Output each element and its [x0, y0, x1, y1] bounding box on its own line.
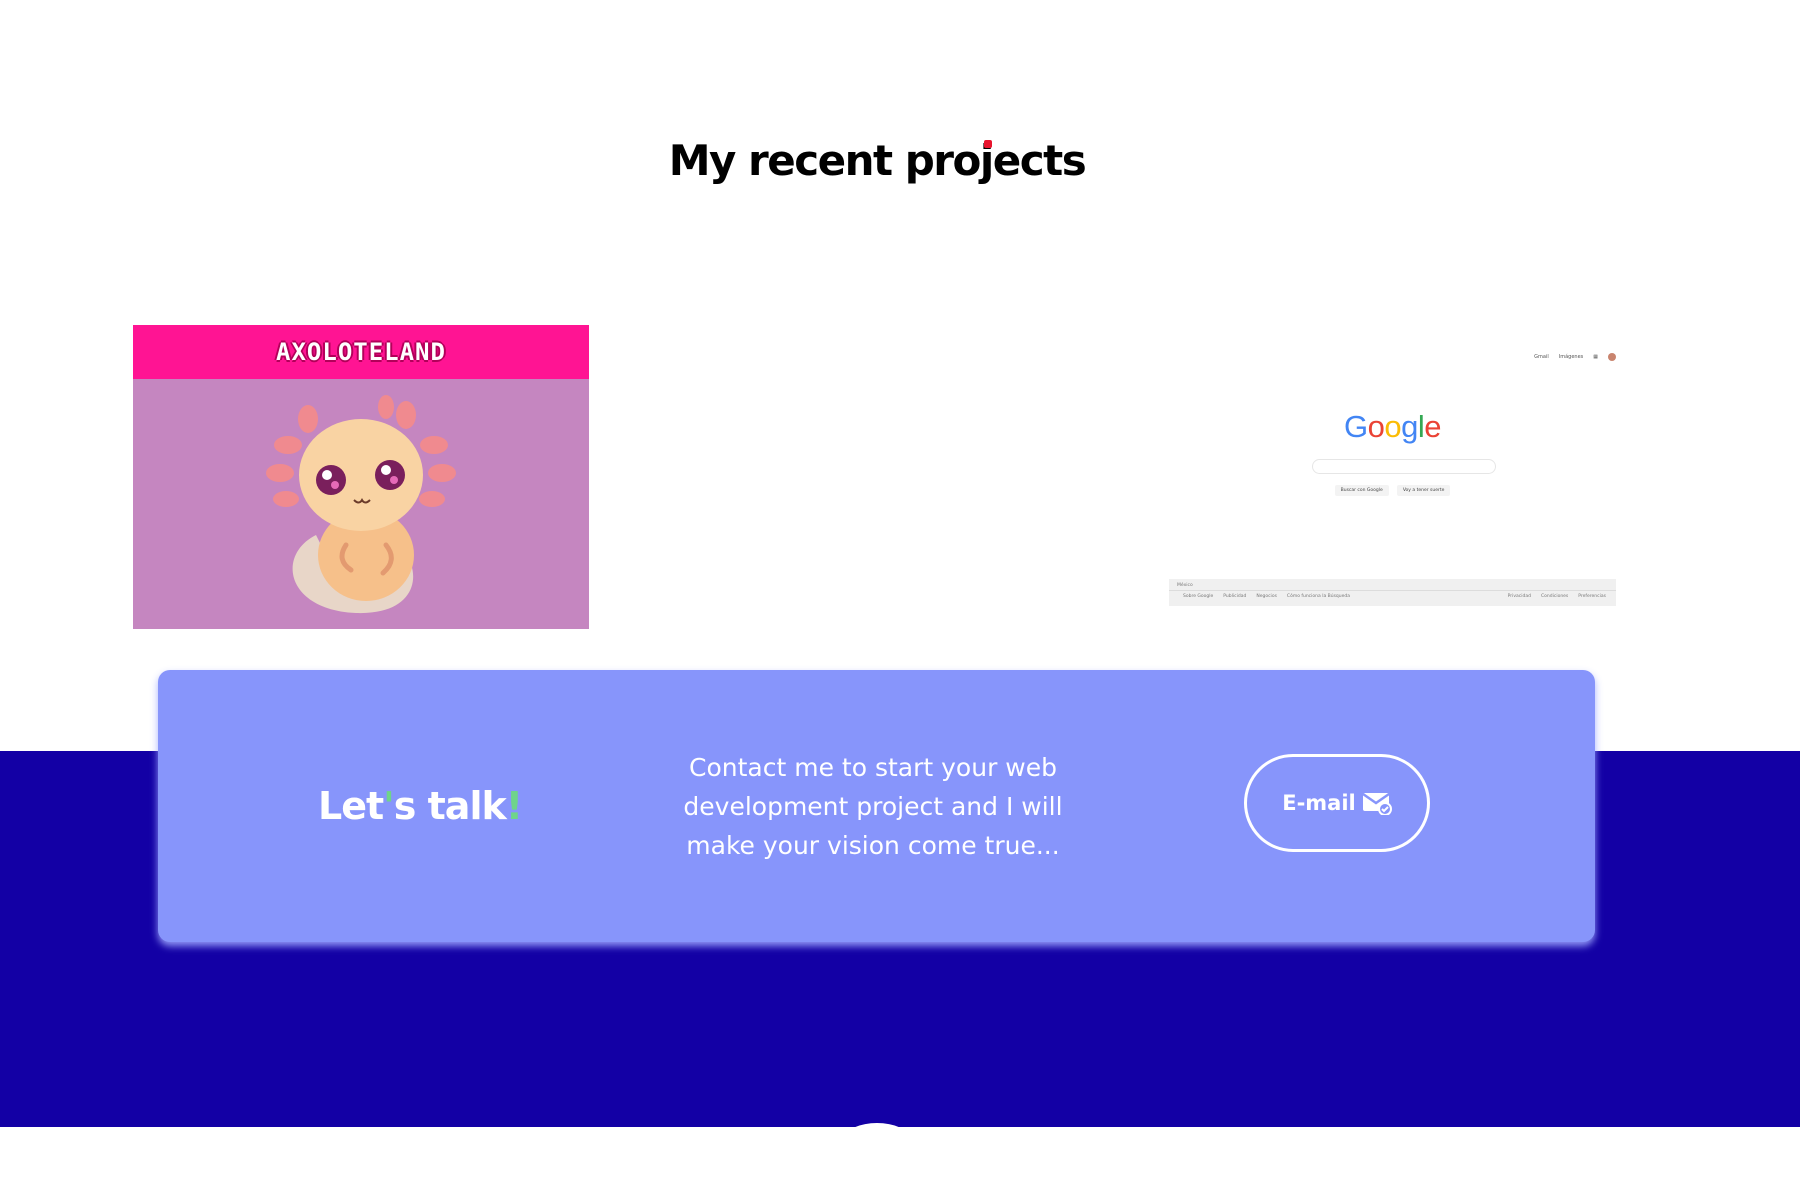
section-title: My recent projects — [668, 136, 1087, 185]
project-card-axoloteland[interactable]: AXOLOTELAND — [133, 325, 589, 629]
axoloteland-logo-text: AXOLOTELAND — [276, 338, 446, 366]
avatar — [1608, 353, 1616, 361]
axolotl-illustration — [266, 395, 456, 614]
mail-check-icon — [1362, 792, 1392, 815]
contact-message: Contact me to start your web development… — [683, 753, 1063, 860]
google-logo: Google — [1343, 409, 1442, 444]
apps-grid-icon: ▦ — [1593, 354, 1598, 360]
title-dotted-j: j — [979, 136, 994, 185]
google-top-links: Gmail Imágenes ▦ — [1534, 353, 1616, 361]
google-footer: México Sobre Google Publicidad Negocios … — [1169, 579, 1616, 606]
axoloteland-banner: AXOLOTELAND — [133, 325, 589, 379]
project-card-google-clone[interactable]: Gmail Imágenes ▦ Google Buscar con Googl… — [1169, 325, 1616, 629]
contact-heading: Let's talk! — [318, 784, 523, 828]
google-search-box — [1312, 459, 1496, 474]
google-buttons: Buscar con Google Voy a tener suerte — [1169, 485, 1616, 496]
email-button-label: E-mail — [1282, 791, 1356, 815]
email-button[interactable]: E-mail — [1244, 754, 1430, 852]
contact-card: Let's talk! Contact me to start your web… — [158, 670, 1595, 942]
